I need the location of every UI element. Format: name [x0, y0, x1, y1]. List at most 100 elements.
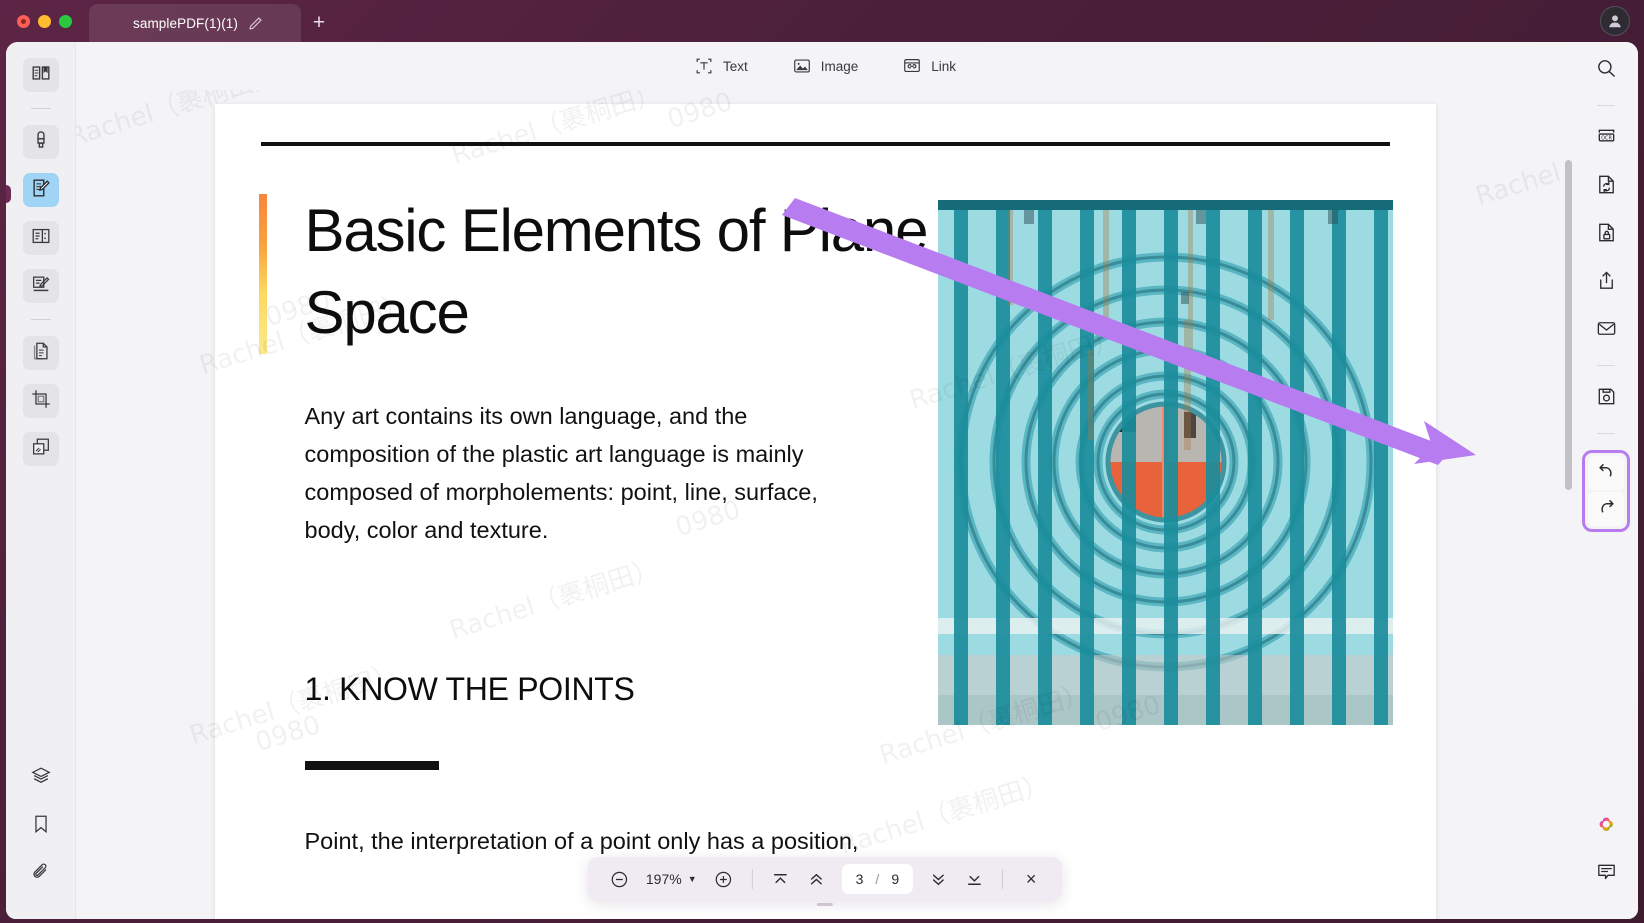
- tab-strip: samplePDF(1)(1) +: [89, 0, 337, 42]
- watermark: Rachel（裹桐田）: [1472, 119, 1574, 213]
- undo-button[interactable]: [1588, 456, 1624, 490]
- paperclip-icon: [30, 861, 52, 888]
- user-avatar[interactable]: [1600, 6, 1630, 36]
- document-paragraph[interactable]: Any art contains its own language, and t…: [305, 397, 865, 549]
- titlebar: samplePDF(1)(1) +: [0, 0, 1644, 42]
- pages-icon: [30, 340, 52, 367]
- sidebar-item-ai-assistant[interactable]: [1588, 809, 1624, 843]
- sidebar-item-protect[interactable]: [1588, 218, 1624, 252]
- right-rail-divider-2: [1597, 365, 1615, 366]
- sidebar-item-attachments[interactable]: [23, 857, 59, 891]
- document-photo[interactable]: [937, 200, 1393, 725]
- tool-text[interactable]: Text: [694, 56, 748, 76]
- sidebar-item-share[interactable]: [1588, 266, 1624, 300]
- rail-divider-2: [30, 319, 51, 320]
- edit-document-icon: [30, 177, 52, 204]
- new-tab-button[interactable]: +: [301, 4, 337, 42]
- tool-image[interactable]: Image: [792, 56, 859, 76]
- right-rail-divider: [1597, 105, 1615, 106]
- tool-link[interactable]: Link: [902, 56, 956, 76]
- right-rail-divider-3: [1597, 433, 1615, 434]
- document-canvas[interactable]: Rachel（裹桐田） Rachel（裹桐田） 0980 Rachel（裹桐田）…: [76, 90, 1574, 919]
- sidebar-item-ocr[interactable]: OCR: [1588, 122, 1624, 156]
- tool-text-label: Text: [722, 58, 748, 74]
- bookmark-icon: [30, 813, 52, 840]
- app-body: Text Image Link Rachel（裹桐田） Rachel（裹桐田） …: [6, 42, 1638, 919]
- maximize-window-button[interactable]: [59, 14, 72, 28]
- close-window-button[interactable]: [17, 14, 30, 28]
- document-section-heading[interactable]: 1. KNOW THE POINTS: [305, 671, 949, 708]
- sidebar-item-crop-tool[interactable]: [22, 384, 59, 418]
- last-page-button[interactable]: [957, 862, 991, 896]
- history-button-group: [1582, 450, 1630, 532]
- left-toolbar: [6, 42, 76, 919]
- rename-tab-icon[interactable]: [248, 16, 263, 31]
- document-text-column: Basic Elements of Plane Space Any art co…: [258, 190, 949, 861]
- tab-title: samplePDF(1)(1): [132, 15, 239, 31]
- page-content: Basic Elements of Plane Space Any art co…: [215, 104, 1436, 919]
- first-page-button[interactable]: [764, 862, 798, 896]
- sidebar-item-search[interactable]: [1588, 54, 1624, 88]
- book-bookmark-icon: [30, 62, 52, 89]
- text-box-icon: [694, 56, 714, 76]
- form-fields-icon: [30, 225, 52, 252]
- sidebar-item-save[interactable]: [1588, 382, 1624, 416]
- sidebar-item-edit-tool[interactable]: [22, 173, 59, 207]
- compare-pages-icon: [30, 436, 52, 463]
- highlighter-icon: [30, 129, 52, 156]
- ocr-icon: OCR: [1595, 125, 1618, 153]
- pdf-page[interactable]: Basic Elements of Plane Space Any art co…: [186, 90, 1436, 919]
- link-icon: [902, 56, 922, 76]
- crop-icon: [30, 388, 52, 415]
- window-controls: [0, 14, 72, 28]
- redo-arrow-icon: [1596, 496, 1617, 522]
- previous-page-button[interactable]: [800, 862, 834, 896]
- next-page-button[interactable]: [921, 862, 955, 896]
- scrollbar-thumb[interactable]: [1565, 160, 1572, 490]
- redo-button[interactable]: [1588, 492, 1624, 526]
- sidebar-item-sign-tool[interactable]: [22, 269, 59, 303]
- signature-icon: [30, 273, 52, 300]
- sidebar-item-convert[interactable]: [1588, 170, 1624, 204]
- minimize-window-button[interactable]: [38, 14, 51, 28]
- sidebar-item-highlight-tool[interactable]: [22, 125, 59, 159]
- right-rail-bottom: [1588, 809, 1624, 919]
- document-body: Basic Elements of Plane Space Any art co…: [258, 190, 1393, 861]
- chevron-down-icon[interactable]: ▼: [688, 874, 705, 884]
- undo-arrow-icon: [1596, 460, 1617, 486]
- section-underline: [304, 761, 439, 771]
- page-indicator[interactable]: 3 / 9: [841, 864, 914, 894]
- document-title[interactable]: Basic Elements of Plane Space: [305, 190, 949, 353]
- current-page-value[interactable]: 3: [856, 871, 864, 887]
- envelope-icon: [1595, 317, 1618, 345]
- sidebar-item-layers[interactable]: [23, 761, 59, 795]
- layers-icon: [30, 765, 52, 792]
- rail-divider: [30, 108, 51, 109]
- image-icon: [792, 56, 812, 76]
- photo-graphic: [937, 200, 1393, 725]
- ai-clover-icon: [1594, 812, 1618, 841]
- sidebar-item-bookmarks[interactable]: [23, 809, 59, 843]
- sidebar-item-form-tool[interactable]: [22, 221, 59, 255]
- zoom-toolbar: 197% ▼ 3 / 9 ×: [587, 857, 1063, 906]
- sidebar-item-compare-tool[interactable]: [22, 432, 59, 466]
- zoom-level-label[interactable]: 197%: [638, 871, 686, 887]
- left-rail-bottom: [23, 761, 59, 919]
- document-tab[interactable]: samplePDF(1)(1): [89, 4, 301, 42]
- floppy-save-icon: [1595, 385, 1618, 413]
- app-window: samplePDF(1)(1) + Text Image Link Rachel…: [0, 0, 1644, 923]
- zoom-out-button[interactable]: [602, 862, 636, 896]
- tool-image-label: Image: [820, 58, 859, 74]
- vertical-scrollbar[interactable]: [1565, 100, 1572, 909]
- close-toolbar-button[interactable]: ×: [1014, 862, 1048, 896]
- sidebar-item-comments[interactable]: [1588, 857, 1624, 891]
- toolbar-drag-handle[interactable]: [817, 903, 833, 906]
- sidebar-item-organize-pages[interactable]: [22, 336, 59, 370]
- sidebar-item-reader-view[interactable]: [22, 58, 59, 92]
- zoom-in-button[interactable]: [707, 862, 741, 896]
- convert-file-icon: [1595, 173, 1618, 201]
- sidebar-item-email[interactable]: [1588, 314, 1624, 348]
- toolbar-divider-2: [1002, 869, 1004, 889]
- tool-link-label: Link: [931, 58, 957, 74]
- page-separator: /: [875, 871, 880, 887]
